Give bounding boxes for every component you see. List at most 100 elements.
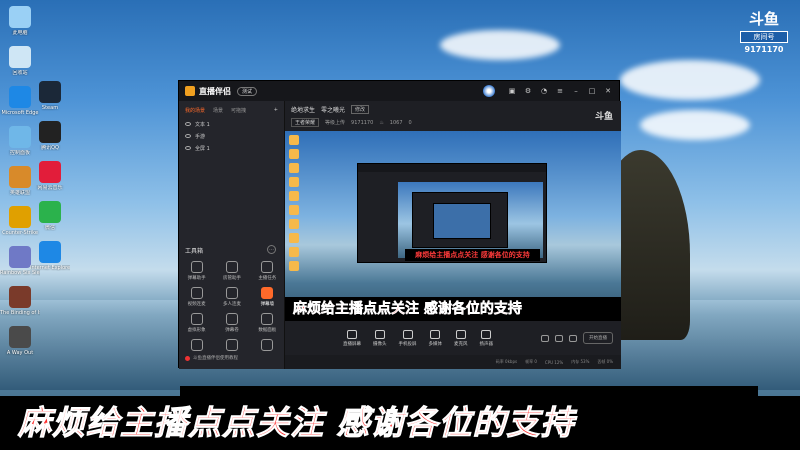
- category-tag[interactable]: 王者荣耀: [291, 118, 320, 127]
- desktop-icon-label: A Way Out: [6, 350, 34, 356]
- wechat-icon: [39, 201, 61, 223]
- desktop-icon[interactable]: 网易云音乐: [30, 161, 70, 191]
- speaker-icon: [481, 329, 492, 339]
- source-label: 文本 1: [195, 121, 210, 128]
- recycle-bin-icon: [9, 46, 31, 68]
- add-scene-icon[interactable]: +: [274, 107, 278, 114]
- control-camera[interactable]: 摄像头: [373, 329, 387, 347]
- source-item[interactable]: 文本 1: [179, 118, 284, 130]
- tool-item[interactable]: 弹幕助手: [179, 261, 214, 281]
- maximize-icon[interactable]: □: [587, 87, 597, 95]
- edit-button[interactable]: 修改: [351, 105, 370, 114]
- room-number: 9171170: [744, 45, 784, 54]
- tool-item[interactable]: 弹幕卷: [214, 313, 249, 333]
- source-item[interactable]: 手游: [179, 130, 284, 142]
- follower-value: 0: [408, 119, 412, 126]
- menu-icon[interactable]: ≡: [555, 87, 565, 95]
- admin-icon: [225, 261, 238, 273]
- control-bar: 直播屏幕 摄像头 手机投屏 多媒体 麦克风 扬声器 开始直播: [285, 321, 621, 355]
- desktop-icon-label: Internet Explorer: [30, 265, 70, 271]
- music-icon: [39, 161, 61, 183]
- desktop-icon[interactable]: 微信: [30, 201, 70, 231]
- status-item: 内存 53%: [571, 359, 590, 364]
- app-logo-icon: [185, 86, 195, 96]
- more-tools-icon[interactable]: …: [267, 245, 276, 254]
- black-strip: [180, 386, 758, 396]
- tutorial-link[interactable]: 斗鱼直播伴侣使用教程: [185, 355, 238, 361]
- eye-icon[interactable]: [185, 122, 191, 126]
- tool-label: 虚拟形象: [187, 328, 206, 333]
- game-icon: [9, 246, 31, 268]
- phone-cast-icon: [402, 329, 413, 339]
- status-item: 帧率 0: [525, 359, 537, 364]
- source-item[interactable]: 全屏 1: [179, 142, 284, 154]
- tab-draggable[interactable]: 可拖拽: [231, 107, 246, 114]
- eye-icon[interactable]: [185, 134, 191, 138]
- hot-value: 1067: [389, 119, 403, 126]
- bottom-banner: 麻烦给主播点点关注 感谢各位的支持: [0, 396, 800, 450]
- flame-icon: ♨: [379, 119, 384, 126]
- gift-icon[interactable]: ▣: [507, 87, 517, 95]
- desktop-icon[interactable]: Internet Explorer: [30, 241, 70, 271]
- plugin-icon: [225, 339, 238, 351]
- eye-icon[interactable]: [555, 334, 563, 342]
- control-media[interactable]: 多媒体: [429, 329, 442, 347]
- game-icon: [9, 166, 31, 188]
- desktop-icon-label: 网易云音乐: [37, 185, 63, 191]
- tool-item[interactable]: [250, 339, 285, 353]
- control-mic[interactable]: 麦克风: [454, 329, 468, 347]
- cloud: [640, 110, 750, 140]
- tool-item[interactable]: [179, 339, 214, 353]
- status-item: CPU 12%: [544, 359, 564, 365]
- user-avatar[interactable]: [483, 85, 495, 97]
- control-label: 直播屏幕: [343, 341, 361, 347]
- douyu-watermark: 斗鱼 房间号 9171170: [736, 8, 792, 54]
- desktop-icon-label: 微信: [44, 225, 55, 231]
- tab-my-scenes[interactable]: 我的场景: [185, 107, 205, 114]
- settings-icon[interactable]: ⚙: [523, 87, 533, 95]
- wall-icon: [261, 287, 274, 299]
- tool-item[interactable]: 主播任务: [250, 261, 285, 281]
- record-video-icon[interactable]: [541, 334, 549, 342]
- control-speaker[interactable]: 扬声器: [480, 329, 493, 347]
- toolbox-grid: 弹幕助手 房管助手 主播任务视频连麦 多人连麦 弹幕墙虚拟形象 弹幕卷 数据面板: [179, 261, 285, 353]
- app-title: 直播伴侣: [199, 86, 231, 96]
- desktop-icon-label: 腾讯QQ: [41, 145, 59, 151]
- control-screen[interactable]: 直播屏幕: [343, 329, 361, 347]
- control-phone-cast[interactable]: 手机投屏: [399, 329, 417, 347]
- tool-item[interactable]: [214, 339, 249, 353]
- start-live-button[interactable]: 开始直播: [583, 332, 613, 344]
- eye-icon[interactable]: [185, 146, 191, 150]
- desktop-icon[interactable]: Steam: [30, 81, 70, 111]
- stream-preview[interactable]: 麻烦给主播点点关注 感谢各位的支持 麻烦给主播点点关注 感谢各位的支持: [285, 131, 621, 321]
- tool-item[interactable]: 虚拟形象: [179, 313, 214, 333]
- tool-item[interactable]: 弹幕墙: [250, 287, 285, 307]
- csgo-icon: [9, 206, 31, 228]
- cloud: [620, 60, 760, 100]
- desktop-icon[interactable]: The Binding of Isaac: [0, 286, 40, 316]
- tool-label: 多人连麦: [222, 302, 241, 307]
- bell-icon[interactable]: ◔: [539, 87, 549, 95]
- close-icon[interactable]: ✕: [603, 87, 613, 95]
- preview-desktop-icons: [289, 135, 309, 275]
- desktop-icon[interactable]: 回收站: [0, 46, 40, 76]
- tool-item[interactable]: 数据面板: [250, 313, 285, 333]
- desktop-icon[interactable]: 此电脑: [0, 6, 40, 36]
- record-icon: [185, 355, 190, 361]
- tab-scenes[interactable]: 场景: [213, 107, 223, 114]
- tool-item[interactable]: 房管助手: [214, 261, 249, 281]
- title-bar: 直播伴侣 测试 ▣ ⚙ ◔ ≡ – □ ✕: [179, 81, 619, 101]
- version-badge[interactable]: 测试: [237, 86, 258, 96]
- nested-banner: 麻烦给主播点点关注 感谢各位的支持: [405, 249, 540, 261]
- settings-icon[interactable]: [569, 334, 577, 342]
- tool-item[interactable]: 多人连麦: [214, 287, 249, 307]
- status-bar: 码率 0kbps 帧率 0 CPU 12% 内存 53% 丢帧 0%: [285, 355, 621, 369]
- desktop-icon[interactable]: 腾讯QQ: [30, 121, 70, 151]
- scene-sidebar: 我的场景 场景 可拖拽 + 文本 1 手游 全屏 1 工具箱 … 弹幕助手 房管助…: [179, 101, 285, 369]
- video-icon: [190, 287, 203, 299]
- edge-icon: [9, 86, 31, 108]
- desktop-icon[interactable]: A Way Out: [0, 326, 40, 356]
- minimize-icon[interactable]: –: [571, 87, 581, 95]
- tool-item[interactable]: 视频连麦: [179, 287, 214, 307]
- uid-value: 9171170: [351, 119, 374, 126]
